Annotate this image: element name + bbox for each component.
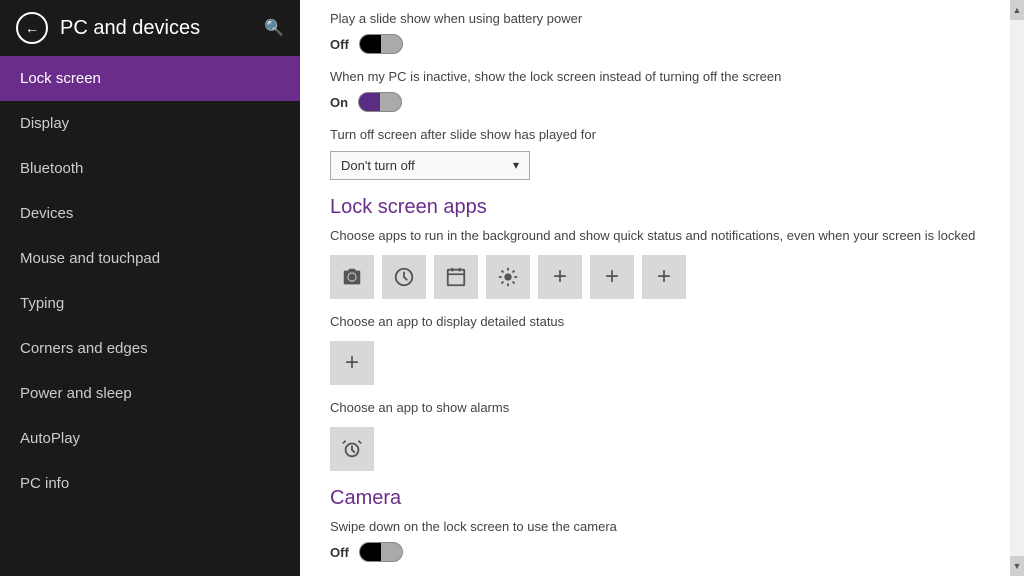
slide-show-battery-setting: Play a slide show when using battery pow… [330, 10, 994, 54]
app-icon-add-1[interactable]: + [538, 255, 582, 299]
app-icon-clock[interactable] [382, 255, 426, 299]
calendar-icon [445, 266, 467, 288]
scroll-up-button[interactable]: ▲ [1010, 0, 1024, 20]
sidebar-item-mouse-touchpad[interactable]: Mouse and touchpad [0, 236, 300, 281]
sidebar-item-devices[interactable]: Devices [0, 191, 300, 236]
slide-show-battery-desc: Play a slide show when using battery pow… [330, 10, 994, 28]
lock-screen-apps-icons-row: + + + [330, 255, 994, 299]
app-icon-add-2[interactable]: + [590, 255, 634, 299]
sidebar-item-typing[interactable]: Typing [0, 281, 300, 326]
camera-heading: Camera [330, 487, 994, 510]
nav-menu: Lock screenDisplayBluetoothDevicesMouse … [0, 56, 300, 506]
camera-toggle-label: Off [330, 545, 349, 560]
turn-off-screen-dropdown[interactable]: Don't turn off ▾ [330, 151, 530, 180]
app-icon-add-3[interactable]: + [642, 255, 686, 299]
alarms-setting: Choose an app to show alarms [330, 399, 994, 471]
sidebar-item-pc-info[interactable]: PC info [0, 461, 300, 506]
app-icon-calendar[interactable] [434, 255, 478, 299]
camera-toggle-container: Off [330, 542, 994, 562]
sidebar-title: PC and devices [60, 17, 252, 40]
turn-off-screen-dropdown-value: Don't turn off [341, 158, 415, 173]
alarms-clock-btn[interactable] [330, 427, 374, 471]
lock-screen-inactive-toggle-label: On [330, 95, 348, 110]
sidebar-item-corners-edges[interactable]: Corners and edges [0, 326, 300, 371]
lock-screen-inactive-toggle-container: On [330, 92, 994, 112]
alarms-icons-row [330, 427, 994, 471]
turn-off-screen-setting: Turn off screen after slide show has pla… [330, 126, 994, 179]
lock-screen-apps-desc: Choose apps to run in the background and… [330, 227, 994, 245]
lock-screen-inactive-setting: When my PC is inactive, show the lock sc… [330, 68, 994, 112]
back-button[interactable]: ← [16, 12, 48, 44]
camera-toggle[interactable] [359, 542, 403, 562]
detailed-status-setting: Choose an app to display detailed status… [330, 313, 994, 385]
lock-screen-inactive-desc: When my PC is inactive, show the lock sc… [330, 68, 994, 86]
alarm-clock-icon [341, 438, 363, 460]
detailed-status-desc: Choose an app to display detailed status [330, 313, 994, 331]
sidebar-header: ← PC and devices 🔍 [0, 0, 300, 56]
detailed-status-icons-row: + [330, 341, 994, 385]
camera-setting: Swipe down on the lock screen to use the… [330, 518, 994, 562]
chevron-down-icon: ▾ [513, 158, 519, 172]
scrollbar: ▲ ▼ [1010, 0, 1024, 576]
detailed-status-add-btn[interactable]: + [330, 341, 374, 385]
camera-icon [341, 266, 363, 288]
camera-desc: Swipe down on the lock screen to use the… [330, 518, 994, 536]
clock-icon [393, 266, 415, 288]
sun-icon [497, 266, 519, 288]
sidebar-item-bluetooth[interactable]: Bluetooth [0, 146, 300, 191]
lock-screen-inactive-toggle[interactable] [358, 92, 402, 112]
turn-off-screen-desc: Turn off screen after slide show has pla… [330, 126, 994, 144]
app-icon-weather[interactable] [486, 255, 530, 299]
sidebar-item-display[interactable]: Display [0, 101, 300, 146]
sidebar-item-power-sleep[interactable]: Power and sleep [0, 371, 300, 416]
search-button[interactable]: 🔍 [264, 18, 284, 38]
app-icon-camera[interactable] [330, 255, 374, 299]
main-content: Play a slide show when using battery pow… [300, 0, 1024, 576]
slide-show-battery-toggle-label: Off [330, 37, 349, 52]
sidebar-item-lock-screen[interactable]: Lock screen [0, 56, 300, 101]
lock-screen-apps-heading: Lock screen apps [330, 196, 994, 219]
scroll-down-button[interactable]: ▼ [1010, 556, 1024, 576]
sidebar-item-autoplay[interactable]: AutoPlay [0, 416, 300, 461]
slide-show-battery-toggle-container: Off [330, 34, 994, 54]
sidebar: ← PC and devices 🔍 Lock screenDisplayBlu… [0, 0, 300, 576]
alarms-desc: Choose an app to show alarms [330, 399, 994, 417]
slide-show-battery-toggle[interactable] [359, 34, 403, 54]
